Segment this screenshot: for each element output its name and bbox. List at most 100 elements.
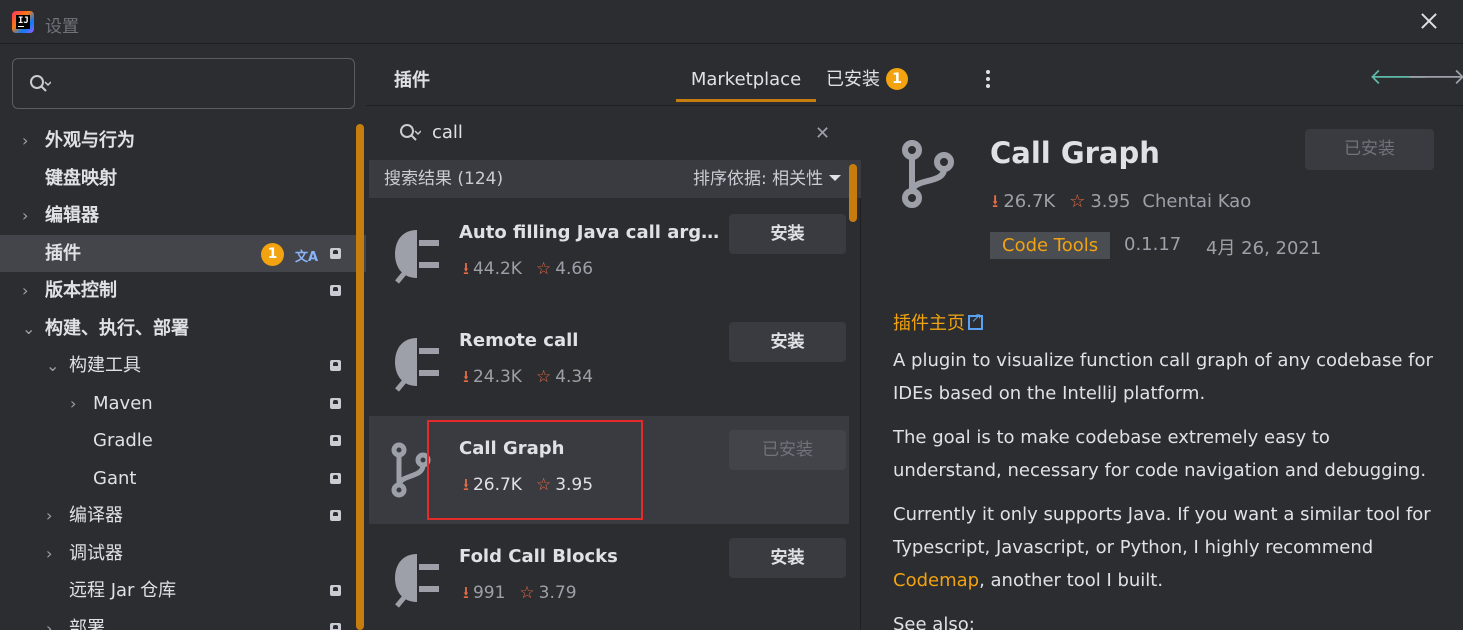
star-icon: ☆ (535, 367, 552, 387)
install-button[interactable]: 安装 (729, 538, 846, 578)
installed-button[interactable]: 已安装 (729, 430, 846, 470)
project-scope-icon (330, 510, 341, 521)
chevron-right-icon[interactable]: › (46, 610, 60, 630)
search-icon (400, 124, 421, 141)
plugin-name: Auto filling Java call argum… (459, 222, 721, 243)
installed-count-badge: 1 (886, 68, 908, 90)
chevron-down-icon[interactable]: ⌄ (46, 347, 60, 385)
results-count: 搜索结果 (124) (384, 169, 504, 189)
download-count: 24.3K (472, 367, 522, 387)
sidebar-item-label: 键盘映射 (45, 167, 117, 189)
plugin-list-item[interactable]: Remote call ⭳ 24.3K ☆ 4.34 安装 (369, 308, 849, 416)
sidebar-item-label: 编译器 (69, 505, 123, 526)
project-scope-icon (330, 585, 341, 596)
project-scope-icon (330, 472, 341, 484)
download-count: 26.7K (1003, 191, 1056, 212)
download-icon: ⭳ (463, 367, 469, 387)
tab-installed-label: 已安装 (826, 69, 880, 90)
search-query[interactable]: call (432, 122, 463, 143)
sidebar-item[interactable]: ⌄ 构建工具 (0, 347, 366, 385)
sidebar-item[interactable]: › Maven (0, 385, 366, 423)
plugin-list-item[interactable]: Auto filling Java call argum… ⭳44.2K ☆4.66… (369, 200, 849, 308)
install-button[interactable]: 安装 (729, 214, 846, 254)
sidebar-item[interactable]: 插件 1 文A (0, 234, 366, 272)
plugin-search-input[interactable]: call ✕ (369, 106, 861, 160)
sidebar-item[interactable]: › 调试器 (0, 535, 366, 573)
plugins-header: 插件 Marketplace 已安装 1 🡐 🡒 (366, 44, 1463, 106)
description-paragraph-2: The goal is to make codebase extremely e… (893, 427, 1427, 481)
more-options-icon[interactable] (986, 70, 992, 92)
highlight-box (427, 420, 643, 520)
star-icon: ☆ (519, 583, 535, 603)
install-button[interactable]: 安装 (729, 322, 846, 362)
chevron-right-icon[interactable]: › (22, 197, 36, 235)
tab-installed[interactable]: 已安装 1 (826, 58, 908, 102)
close-window-button[interactable] (1418, 10, 1440, 32)
sidebar-item[interactable]: › 版本控制 (0, 272, 366, 310)
rating: 4.66 (555, 259, 594, 279)
plugin-list-panel: call ✕ 搜索结果 (124) 排序依据: 相关性 Auto filling… (369, 106, 861, 630)
rating: 4.34 (555, 367, 594, 387)
chevron-right-icon[interactable]: › (46, 497, 60, 535)
project-scope-icon (330, 360, 341, 371)
translate-icon[interactable]: 文A (295, 239, 318, 277)
plugin-stats: ⭳ 26.7K ☆ 3.95 Chentai Kao (992, 189, 1251, 219)
sidebar-scrollbar[interactable] (356, 124, 364, 630)
sidebar-item[interactable]: ⌄ 构建、执行、部署 (0, 310, 366, 348)
chevron-down-icon[interactable]: ⌄ (22, 310, 36, 348)
plug-icon (387, 332, 443, 396)
sidebar-item-label: 部署 (69, 617, 105, 630)
sidebar-item[interactable]: 远程 Jar 仓库 (0, 572, 366, 610)
plugin-homepage-link[interactable]: 插件主页 (893, 309, 983, 335)
plugin-list-item[interactable]: Call Graph ⭳ 26.7K ☆ 3.95 已安装 (369, 416, 849, 524)
chevron-right-icon[interactable]: › (22, 272, 36, 310)
vendor-link[interactable]: Chentai Kao (1142, 191, 1251, 212)
sidebar-item-label: 远程 Jar 仓库 (69, 580, 177, 601)
results-bar: 搜索结果 (124) 排序依据: 相关性 (369, 160, 861, 198)
forward-arrow-icon[interactable]: 🡒 (1407, 64, 1463, 90)
installed-button[interactable]: 已安装 (1305, 129, 1434, 170)
page-title: 插件 (394, 70, 430, 91)
download-count: 44.2K (472, 259, 522, 279)
chevron-right-icon[interactable]: › (70, 385, 84, 423)
list-scrollbar[interactable] (849, 164, 857, 222)
plug-icon (387, 548, 443, 612)
download-icon: ⭳ (463, 259, 469, 279)
rating: 3.95 (1090, 191, 1131, 212)
sidebar-item[interactable]: Gant (0, 460, 366, 498)
search-icon (30, 75, 51, 92)
category-tag[interactable]: Code Tools (990, 232, 1111, 259)
window-title: 设置 (45, 17, 79, 37)
settings-search-input[interactable] (12, 58, 355, 109)
plugin-version: 0.1.17 (1124, 234, 1182, 255)
sidebar-item[interactable]: › 编辑器 (0, 197, 366, 235)
description-paragraph-3: Currently it only supports Java. If you … (893, 498, 1433, 597)
sidebar-item-label: 版本控制 (45, 280, 117, 301)
sidebar-item[interactable]: 键盘映射 (0, 160, 366, 198)
sidebar-item-label: Maven (93, 392, 153, 414)
release-date: 4月 26, 2021 (1206, 238, 1322, 259)
chevron-right-icon[interactable]: › (22, 122, 36, 160)
sidebar-item-label: 插件 (45, 242, 81, 264)
sidebar-item[interactable]: › 外观与行为 (0, 122, 366, 160)
sidebar-item[interactable]: Gradle (0, 422, 366, 460)
plugin-list-item[interactable]: Fold Call Blocks ⭳ 991 ☆ 3.79 安装 (369, 524, 849, 630)
sidebar-item-label: Gradle (93, 430, 153, 451)
sidebar-item[interactable]: › 部署 (0, 610, 366, 630)
tab-marketplace[interactable]: Marketplace (676, 58, 816, 102)
description-text-end: , another tool I built. (979, 570, 1164, 591)
update-count-badge: 1 (261, 242, 284, 266)
sort-dropdown[interactable]: 排序依据: 相关性 (693, 160, 841, 198)
settings-tree: › 外观与行为键盘映射 › 编辑器插件 1 文A › 版本控制 ⌄ 构建、执行、部署 ⌄ 构建工具 › M… (0, 122, 366, 630)
clear-search-icon[interactable]: ✕ (815, 123, 830, 144)
see-also: See also: (893, 614, 975, 630)
codemap-link[interactable]: Codemap (893, 570, 979, 591)
download-count: 991 (472, 583, 506, 603)
sidebar-item[interactable]: › 编译器 (0, 497, 366, 535)
star-icon: ☆ (535, 259, 552, 279)
project-scope-icon (330, 397, 341, 409)
chevron-right-icon[interactable]: › (46, 535, 60, 573)
project-scope-icon (330, 247, 341, 259)
project-scope-icon (330, 435, 341, 446)
sidebar-item-label: 构建工具 (69, 355, 141, 376)
